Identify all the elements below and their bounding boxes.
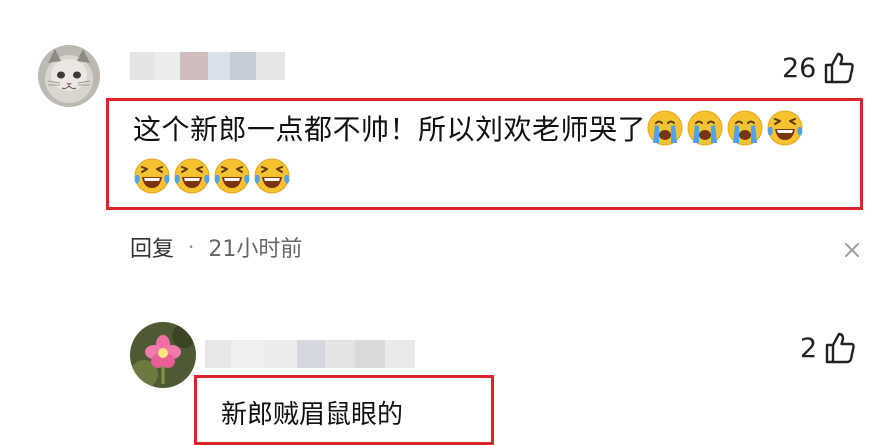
comment-meta-row: 回复 · 21小时前 [130,230,302,264]
reply-text: 新郎贼眉鼠眼的 [221,400,404,430]
emoji-row-2 [133,157,293,197]
reply-avatar[interactable] [130,322,196,388]
blurred-username [205,340,415,368]
crying-face-icon [646,109,684,147]
crying-face-icon [686,109,724,147]
pink-flower-avatar-icon [130,322,196,388]
thumbs-up-icon [825,52,855,84]
meta-separator: · [188,235,195,259]
laughing-tears-icon [253,157,291,195]
laughing-tears-icon [173,157,211,195]
highlighted-reply-box: 新郎贼眉鼠眼的 [194,375,494,445]
comment-text: 这个新郎一点都不帅！所以刘欢老师哭了 [133,113,647,146]
cat-face-avatar-icon [38,45,100,107]
thumbs-up-icon [825,332,855,364]
like-count: 26 [782,52,817,84]
commenter-avatar[interactable] [38,45,100,107]
like-count: 2 [800,332,818,364]
close-button[interactable] [842,240,862,260]
reply-button[interactable]: 回复 [130,231,174,263]
emoji-row-1 [646,110,806,146]
crying-face-icon [726,109,764,147]
comment-timestamp: 21小时前 [208,237,303,262]
blurred-username [130,52,285,80]
like-button[interactable]: 26 [782,48,855,88]
like-button[interactable]: 2 [800,328,855,368]
close-icon [845,243,859,257]
laughing-tears-icon [133,157,171,195]
laughing-tears-icon [213,157,251,195]
laughing-tears-icon [766,109,804,147]
highlighted-comment-box: 这个新郎一点都不帅！所以刘欢老师哭了 [106,98,863,210]
